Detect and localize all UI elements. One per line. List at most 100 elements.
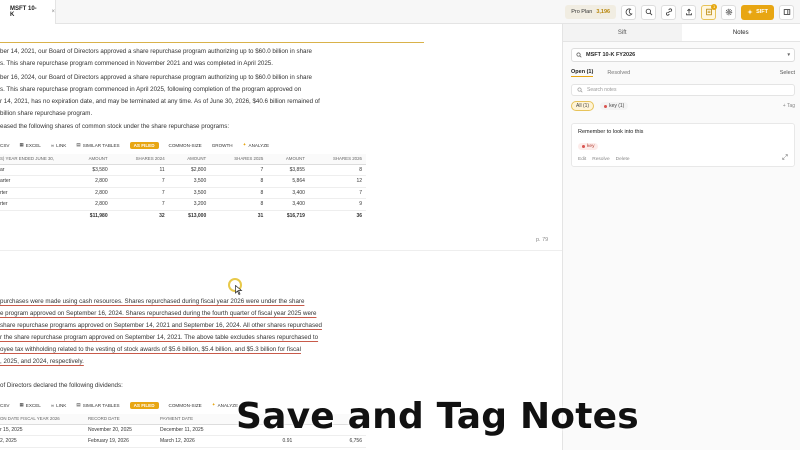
gear-icon — [725, 8, 732, 16]
cursor-icon — [235, 285, 243, 295]
table-cell — [0, 209, 70, 222]
table-cell: 3,400 — [267, 198, 309, 211]
table-cell: 3,200 — [168, 198, 211, 211]
link-icon — [665, 8, 672, 16]
as-filed-toggle[interactable]: AS FILED — [129, 141, 159, 149]
sift-button[interactable]: SIFT — [741, 4, 774, 20]
select-button[interactable]: Select — [780, 70, 795, 76]
paragraph-repurchase-2021: ber 14, 2021, our Board of Directors app… — [0, 46, 312, 70]
search-button[interactable] — [641, 4, 657, 20]
common-size-toggle[interactable]: COMMON-SIZE — [169, 403, 202, 408]
notes-panel: Sift Notes MSFT 10-K FY2026 ▾ Open (1) R… — [562, 24, 800, 450]
plan-badge[interactable]: Pro Plan 3,196 — [565, 5, 617, 19]
table-cell: 2,800 — [70, 187, 112, 199]
highlighted-line: , 2025, and 2024, respectively. — [0, 358, 84, 365]
table-cell: $3,580 — [70, 164, 112, 176]
table-cell: 32 — [111, 209, 169, 222]
close-tab-icon[interactable]: × — [51, 9, 55, 15]
paragraph-intro-table: eased the following shares of common sto… — [0, 123, 230, 130]
as-filed-toggle[interactable]: AS FILED — [129, 401, 159, 409]
tab-notes[interactable]: Notes — [681, 24, 800, 41]
search-notes-input[interactable]: Search notes — [571, 84, 795, 96]
csv-button[interactable]: CSV — [0, 143, 9, 148]
table-cell: 2, 2025 — [0, 435, 84, 448]
growth-toggle[interactable]: GROWTH — [212, 143, 233, 148]
share-button[interactable] — [681, 4, 697, 20]
upload-icon — [685, 8, 692, 16]
document-selector[interactable]: MSFT 10-K FY2026 ▾ — [571, 48, 795, 62]
search-placeholder: Search notes — [587, 87, 617, 93]
table-cell: 9 — [308, 198, 366, 211]
table-cell: ar — [0, 164, 70, 176]
note-card[interactable]: Remember to look into this key Edit Reso… — [571, 123, 795, 167]
toolbar-right: Pro Plan 3,196 1 SIFT — [565, 2, 800, 22]
credits-count: 3,196 — [596, 9, 611, 15]
progress-line — [0, 42, 424, 43]
table-cell: 3,500 — [168, 175, 211, 188]
table-row: 2, 2025 February 19, 2026 March 12, 2026 0.… — [0, 435, 366, 448]
table-cell: 36 — [308, 209, 366, 222]
top-bar: MSFT 10-K × Pro Plan 3,196 1 SIFT — [0, 0, 800, 24]
similar-tables-button[interactable]: ▤ SIMILAR TABLES — [76, 402, 119, 408]
table-icon: ▤ — [76, 402, 81, 407]
table-row: rter 2,800 7 3,200 8 3,400 9 — [0, 198, 366, 211]
sparkle-icon: ✦ — [242, 142, 247, 147]
table-cell: 7 — [111, 198, 169, 211]
delete-note-button[interactable]: Delete — [616, 157, 630, 162]
tab-resolved-notes[interactable]: Resolved — [607, 70, 630, 76]
column-header: AMOUNT — [168, 154, 211, 165]
table-cell: 8 — [210, 175, 268, 188]
table-cell: $3,855 — [267, 164, 309, 176]
expand-icon[interactable] — [782, 154, 788, 160]
note-text: Remember to look into this — [578, 129, 644, 135]
table-cell: 8 — [210, 198, 268, 211]
table-icon: ▤ — [76, 142, 81, 147]
document-tab[interactable]: MSFT 10-K × — [0, 0, 56, 24]
table-cell: r 15, 2025 — [0, 424, 84, 436]
table-cell: 2,800 — [70, 175, 112, 188]
page-divider — [0, 250, 562, 251]
text-line: ber 16, 2024, our Board of Directors app… — [0, 74, 312, 81]
excel-button[interactable]: ▦ EXCEL — [19, 402, 40, 408]
column-header: RECORD DATE — [84, 414, 156, 425]
filter-key[interactable]: key (1) — [600, 102, 629, 110]
search-icon — [576, 52, 582, 58]
similar-tables-button[interactable]: ▤ SIMILAR TABLES — [76, 142, 119, 148]
link-table-button[interactable]: ∞ LINK — [51, 143, 67, 148]
analyze-button[interactable]: ✦ ANALYZE — [212, 402, 238, 408]
link-icon: ∞ — [50, 142, 55, 148]
tab-open-notes[interactable]: Open (1) — [571, 69, 594, 77]
highlighted-line: oyee tax withholding related to the vest… — [0, 346, 301, 353]
add-tag-button[interactable]: + Tag — [783, 103, 795, 109]
table-cell: arter — [0, 175, 70, 188]
text-line: s. This share repurchase program commenc… — [0, 60, 273, 67]
column-header: PAYMENT DATE — [156, 414, 236, 425]
filter-all[interactable]: All (1) — [571, 101, 595, 111]
column-header: SHARES 2026 — [308, 154, 366, 165]
toggle-panel-button[interactable] — [779, 4, 794, 20]
tab-sift[interactable]: Sift — [563, 24, 682, 41]
document-viewer[interactable]: ber 14, 2021, our Board of Directors app… — [0, 24, 562, 450]
settings-button[interactable] — [721, 4, 737, 20]
excel-button[interactable]: ▦ EXCEL — [19, 142, 40, 148]
analyze-button[interactable]: ✦ ANALYZE — [243, 142, 269, 148]
table-cell: March 12, 2026 — [156, 435, 236, 448]
table-cell: rter — [0, 198, 70, 211]
sidebar-icon — [783, 9, 790, 15]
highlighted-paragraph[interactable]: purchases were made using cash resources… — [0, 296, 322, 368]
note-tag[interactable]: key — [578, 143, 599, 150]
link-button[interactable] — [661, 4, 677, 20]
table-cell: 7 — [111, 187, 169, 199]
text-line: r 14, 2021, has no expiration date, and … — [0, 98, 320, 105]
resolve-note-button[interactable]: Resolve — [592, 157, 609, 162]
notes-button[interactable]: 1 — [701, 3, 718, 20]
column-header: ON DATE FISCAL YEAR 2026 — [0, 414, 84, 425]
csv-button[interactable]: CSV — [0, 403, 9, 408]
highlighted-line: purchases were made using cash resources… — [0, 298, 305, 305]
common-size-toggle[interactable]: COMMON-SIZE — [169, 143, 202, 148]
link-table-button[interactable]: ∞ LINK — [51, 403, 67, 408]
table-cell: December 11, 2025 — [156, 424, 236, 436]
column-header: S) YEAR ENDED JUNE 30, — [0, 154, 70, 165]
edit-note-button[interactable]: Edit — [578, 157, 586, 162]
dark-mode-button[interactable] — [621, 4, 637, 20]
